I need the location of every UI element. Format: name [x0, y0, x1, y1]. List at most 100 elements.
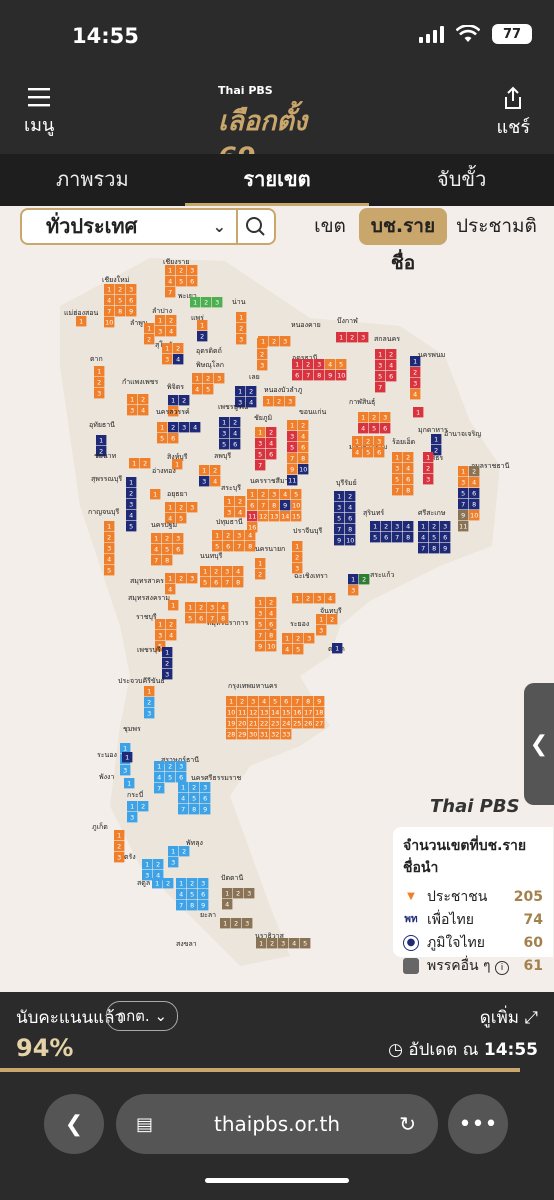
district-number: 4 [262, 698, 266, 706]
district-number: 1 [461, 468, 465, 476]
district-number: 12 [259, 513, 267, 521]
district-number: 9 [328, 372, 332, 380]
province-label: ตาก [90, 355, 103, 363]
district-number: 2 [277, 398, 281, 406]
view-district[interactable]: เขต [310, 208, 350, 245]
battery-indicator: 77 [492, 24, 532, 44]
district-number: 6 [214, 579, 218, 587]
district-number: 3 [107, 545, 111, 553]
district-number: 5 [273, 698, 277, 706]
district-number: 5 [203, 579, 207, 587]
district-number: 5 [206, 386, 210, 394]
chevron-left-icon: ❮ [529, 731, 549, 757]
province-label: ตรัง [124, 853, 136, 861]
district-number: 22 [260, 720, 268, 728]
district-number: 7 [378, 384, 382, 392]
province-group[interactable]: ระนอง 1 [97, 751, 133, 763]
district-number: 1 [339, 334, 343, 342]
search-button[interactable] [236, 208, 276, 245]
district-number: 7 [237, 543, 241, 551]
legend-value: 60 [523, 934, 543, 951]
district-number: 9 [129, 308, 133, 316]
district-number: 2 [269, 429, 273, 437]
province-group[interactable]: ร้อยเอ็ด 1 23 45 67 8 [392, 437, 415, 496]
province-label: ปัตตานี [221, 874, 243, 882]
district-number: 1 [413, 358, 417, 366]
region-select[interactable]: ทั่วประเทศ ⌄ [20, 208, 238, 245]
election-logo[interactable]: Thai PBS เลือกตั้ง 69 [218, 84, 336, 176]
back-button[interactable]: ❮ [44, 1094, 104, 1154]
province-label: เชียงใหม่ [102, 275, 129, 284]
legend-name: พรรคอื่น ๆ i [427, 955, 524, 977]
view-referendum[interactable]: ประชามติ [456, 208, 537, 245]
district-number: 7 [181, 806, 185, 814]
info-icon[interactable]: i [495, 960, 510, 975]
district-number: 31 [260, 731, 268, 739]
district-number: 2 [141, 396, 145, 404]
district-number: 5 [188, 615, 192, 623]
district-number: 1 [129, 479, 133, 487]
district-number: 6 [171, 435, 175, 443]
district-number: 4 [301, 433, 305, 441]
district-number: 2 [306, 361, 310, 369]
district-number: 3 [210, 604, 214, 612]
see-more-link[interactable]: ดูเพิ่ม ⤢ [480, 1004, 538, 1031]
province-label: กระบี่ [127, 790, 143, 799]
view-party-list[interactable]: บช.รายชื่อ [359, 208, 447, 274]
district-number: 3 [227, 509, 231, 517]
district-number: 2 [169, 317, 173, 325]
province-label: พังงา [99, 773, 114, 781]
district-number: 2 [97, 379, 101, 387]
district-number: 2 [261, 491, 265, 499]
district-number: 8 [190, 902, 194, 910]
district-number: 1 [200, 322, 204, 330]
province-group[interactable]: สตูล 1 2 [137, 878, 174, 889]
district-number: 6 [472, 490, 476, 498]
district-number: 3 [239, 336, 243, 344]
province-group[interactable]: นราธิวาส1 2 3 4 5 [255, 932, 311, 949]
page-menu-icon[interactable]: ▤ [136, 1114, 153, 1135]
province-label: ราชบุรี [136, 613, 157, 621]
province-group[interactable]: มหาสารคาม123456 [349, 436, 387, 458]
district-number: 3 [129, 286, 133, 294]
province-group[interactable]: ภูเก็ต 1 2 3 [92, 822, 125, 863]
district-number: 1 [179, 880, 183, 888]
district-number: 4 [225, 901, 229, 909]
source-select[interactable]: กกต. ⌄ [106, 1001, 179, 1031]
district-number: 5 [192, 795, 196, 803]
district-number: 2 [233, 419, 237, 427]
district-number: 2 [156, 861, 160, 869]
district-number: 2 [234, 920, 238, 928]
url-bar[interactable]: ▤ thaipbs.or.th ↻ [116, 1094, 438, 1154]
tab-coalition[interactable]: จับขั้ว [369, 154, 554, 206]
district-number: 2 [350, 334, 354, 342]
district-number: 2 [348, 493, 352, 501]
pheu-thai-icon: พท [404, 914, 418, 925]
province-group[interactable]: ตราด1 [328, 643, 345, 654]
province-label: อ่างทอง [152, 467, 176, 475]
district-number: 29 [238, 731, 246, 739]
district-number: 1 [97, 368, 101, 376]
tab-by-district[interactable]: รายเขต [184, 154, 370, 206]
share-button[interactable]: แชร์ [497, 86, 530, 141]
district-number: 1 [335, 645, 339, 653]
district-number: 3 [260, 362, 264, 370]
menu-button[interactable]: เมนู [24, 86, 54, 139]
district-number: 9 [337, 537, 341, 545]
district-number: 1 [157, 763, 161, 771]
reload-icon[interactable]: ↻ [399, 1112, 416, 1136]
district-number: 6 [284, 698, 288, 706]
district-number: 7 [337, 526, 341, 534]
district-number: 3 [426, 476, 430, 484]
district-number: 5 [190, 891, 194, 899]
side-panel-toggle[interactable]: ❮ [524, 683, 554, 805]
district-number: 2 [176, 345, 180, 353]
district-number: 1 [229, 698, 233, 706]
tab-overview[interactable]: ภาพรวม [0, 154, 185, 206]
province-label: ปราจีนบุรี [293, 527, 322, 535]
more-options-button[interactable]: ••• [448, 1094, 508, 1154]
district-number: 1 [355, 438, 359, 446]
district-number: 8 [221, 615, 225, 623]
province-label: เลย [249, 373, 260, 381]
district-number: 2 [406, 454, 410, 462]
